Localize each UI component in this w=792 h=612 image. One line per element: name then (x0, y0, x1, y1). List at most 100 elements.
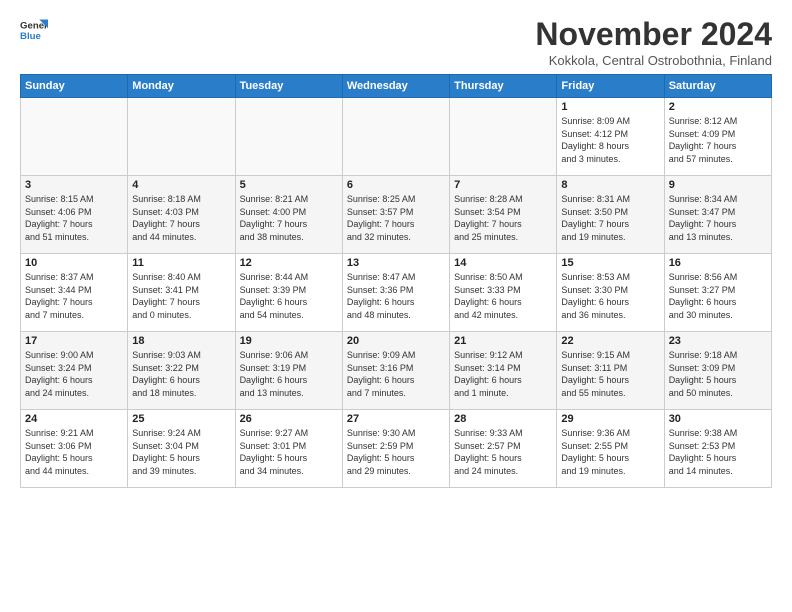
day-number: 6 (347, 179, 445, 191)
day-number: 20 (347, 335, 445, 347)
day-cell: 10 Sunrise: 8:37 AM Sunset: 3:44 PM Dayli… (21, 254, 128, 332)
day-info: Sunrise: 8:50 AM Sunset: 3:33 PM Dayligh… (454, 271, 552, 321)
day-info: Sunrise: 9:03 AM Sunset: 3:22 PM Dayligh… (132, 349, 230, 399)
day-cell (128, 98, 235, 176)
day-cell: 1Sunrise: 8:09 AM Sunset: 4:12 PM Daylig… (557, 98, 664, 176)
header: General Blue November 2024 Kokkola, Cent… (20, 16, 772, 68)
day-cell: 2 Sunrise: 8:12 AM Sunset: 4:09 PM Daylig… (664, 98, 771, 176)
day-info: Sunrise: 9:06 AM Sunset: 3:19 PM Dayligh… (240, 349, 338, 399)
day-cell: 24 Sunrise: 9:21 AM Sunset: 3:06 PM Dayli… (21, 410, 128, 488)
day-header-friday: Friday (557, 75, 664, 98)
day-number: 25 (132, 413, 230, 425)
day-number: 8 (561, 179, 659, 191)
day-number: 22 (561, 335, 659, 347)
day-cell: 15 Sunrise: 8:53 AM Sunset: 3:30 PM Dayli… (557, 254, 664, 332)
day-cell: 20Sunrise: 9:09 AM Sunset: 3:16 PM Dayli… (342, 332, 449, 410)
day-info: Sunrise: 9:15 AM Sunset: 3:11 PM Dayligh… (561, 349, 659, 399)
day-number: 26 (240, 413, 338, 425)
day-info: Sunrise: 9:18 AM Sunset: 3:09 PM Dayligh… (669, 349, 767, 399)
day-info: Sunrise: 8:15 AM Sunset: 4:06 PM Dayligh… (25, 193, 123, 243)
day-cell: 13Sunrise: 8:47 AM Sunset: 3:36 PM Dayli… (342, 254, 449, 332)
day-number: 15 (561, 257, 659, 269)
day-cell: 19 Sunrise: 9:06 AM Sunset: 3:19 PM Dayli… (235, 332, 342, 410)
day-cell: 5 Sunrise: 8:21 AM Sunset: 4:00 PM Daylig… (235, 176, 342, 254)
day-header-sunday: Sunday (21, 75, 128, 98)
day-info: Sunrise: 9:38 AM Sunset: 2:53 PM Dayligh… (669, 427, 767, 477)
day-number: 28 (454, 413, 552, 425)
day-number: 10 (25, 257, 123, 269)
day-cell: 7 Sunrise: 8:28 AM Sunset: 3:54 PM Daylig… (450, 176, 557, 254)
day-number: 13 (347, 257, 445, 269)
title-block: November 2024 Kokkola, Central Ostroboth… (535, 16, 772, 68)
logo-icon: General Blue (20, 16, 48, 44)
day-header-thursday: Thursday (450, 75, 557, 98)
day-number: 2 (669, 101, 767, 113)
day-number: 11 (132, 257, 230, 269)
day-cell: 27 Sunrise: 9:30 AM Sunset: 2:59 PM Dayli… (342, 410, 449, 488)
day-cell: 8Sunrise: 8:31 AM Sunset: 3:50 PM Daylig… (557, 176, 664, 254)
day-number: 18 (132, 335, 230, 347)
day-info: Sunrise: 8:34 AM Sunset: 3:47 PM Dayligh… (669, 193, 767, 243)
day-info: Sunrise: 9:00 AM Sunset: 3:24 PM Dayligh… (25, 349, 123, 399)
day-info: Sunrise: 9:12 AM Sunset: 3:14 PM Dayligh… (454, 349, 552, 399)
day-header-tuesday: Tuesday (235, 75, 342, 98)
day-info: Sunrise: 9:21 AM Sunset: 3:06 PM Dayligh… (25, 427, 123, 477)
calendar-table: SundayMondayTuesdayWednesdayThursdayFrid… (20, 74, 772, 488)
day-cell: 12Sunrise: 8:44 AM Sunset: 3:39 PM Dayli… (235, 254, 342, 332)
week-row-2: 3 Sunrise: 8:15 AM Sunset: 4:06 PM Daylig… (21, 176, 772, 254)
day-number: 5 (240, 179, 338, 191)
day-info: Sunrise: 8:44 AM Sunset: 3:39 PM Dayligh… (240, 271, 338, 321)
day-cell: 29Sunrise: 9:36 AM Sunset: 2:55 PM Dayli… (557, 410, 664, 488)
logo: General Blue (20, 16, 48, 44)
day-cell: 9Sunrise: 8:34 AM Sunset: 3:47 PM Daylig… (664, 176, 771, 254)
week-row-1: 1Sunrise: 8:09 AM Sunset: 4:12 PM Daylig… (21, 98, 772, 176)
day-cell: 22 Sunrise: 9:15 AM Sunset: 3:11 PM Dayli… (557, 332, 664, 410)
day-number: 14 (454, 257, 552, 269)
day-cell: 3 Sunrise: 8:15 AM Sunset: 4:06 PM Daylig… (21, 176, 128, 254)
day-cell: 26 Sunrise: 9:27 AM Sunset: 3:01 PM Dayli… (235, 410, 342, 488)
day-number: 24 (25, 413, 123, 425)
day-info: Sunrise: 8:25 AM Sunset: 3:57 PM Dayligh… (347, 193, 445, 243)
day-info: Sunrise: 9:36 AM Sunset: 2:55 PM Dayligh… (561, 427, 659, 477)
day-cell (342, 98, 449, 176)
day-number: 4 (132, 179, 230, 191)
day-info: Sunrise: 8:37 AM Sunset: 3:44 PM Dayligh… (25, 271, 123, 321)
day-info: Sunrise: 8:28 AM Sunset: 3:54 PM Dayligh… (454, 193, 552, 243)
day-header-saturday: Saturday (664, 75, 771, 98)
day-number: 7 (454, 179, 552, 191)
day-info: Sunrise: 8:53 AM Sunset: 3:30 PM Dayligh… (561, 271, 659, 321)
day-number: 17 (25, 335, 123, 347)
day-cell (450, 98, 557, 176)
day-cell: 4 Sunrise: 8:18 AM Sunset: 4:03 PM Daylig… (128, 176, 235, 254)
day-cell: 16Sunrise: 8:56 AM Sunset: 3:27 PM Dayli… (664, 254, 771, 332)
day-number: 23 (669, 335, 767, 347)
day-cell: 21Sunrise: 9:12 AM Sunset: 3:14 PM Dayli… (450, 332, 557, 410)
svg-text:Blue: Blue (20, 31, 41, 42)
day-header-monday: Monday (128, 75, 235, 98)
page-container: General Blue November 2024 Kokkola, Cent… (0, 0, 792, 498)
day-number: 3 (25, 179, 123, 191)
day-info: Sunrise: 9:30 AM Sunset: 2:59 PM Dayligh… (347, 427, 445, 477)
day-info: Sunrise: 8:21 AM Sunset: 4:00 PM Dayligh… (240, 193, 338, 243)
day-cell (21, 98, 128, 176)
day-cell: 25Sunrise: 9:24 AM Sunset: 3:04 PM Dayli… (128, 410, 235, 488)
location-subtitle: Kokkola, Central Ostrobothnia, Finland (535, 53, 772, 68)
week-row-5: 24 Sunrise: 9:21 AM Sunset: 3:06 PM Dayli… (21, 410, 772, 488)
day-cell: 6 Sunrise: 8:25 AM Sunset: 3:57 PM Daylig… (342, 176, 449, 254)
day-cell: 17 Sunrise: 9:00 AM Sunset: 3:24 PM Dayli… (21, 332, 128, 410)
day-number: 16 (669, 257, 767, 269)
week-row-4: 17 Sunrise: 9:00 AM Sunset: 3:24 PM Dayli… (21, 332, 772, 410)
day-cell: 28 Sunrise: 9:33 AM Sunset: 2:57 PM Dayli… (450, 410, 557, 488)
day-cell (235, 98, 342, 176)
day-cell: 18 Sunrise: 9:03 AM Sunset: 3:22 PM Dayli… (128, 332, 235, 410)
day-info: Sunrise: 9:27 AM Sunset: 3:01 PM Dayligh… (240, 427, 338, 477)
day-number: 19 (240, 335, 338, 347)
day-info: Sunrise: 9:33 AM Sunset: 2:57 PM Dayligh… (454, 427, 552, 477)
day-number: 1 (561, 101, 659, 113)
day-info: Sunrise: 8:12 AM Sunset: 4:09 PM Dayligh… (669, 115, 767, 165)
day-header-wednesday: Wednesday (342, 75, 449, 98)
day-number: 27 (347, 413, 445, 425)
day-cell: 11Sunrise: 8:40 AM Sunset: 3:41 PM Dayli… (128, 254, 235, 332)
month-title: November 2024 (535, 16, 772, 53)
day-info: Sunrise: 8:18 AM Sunset: 4:03 PM Dayligh… (132, 193, 230, 243)
